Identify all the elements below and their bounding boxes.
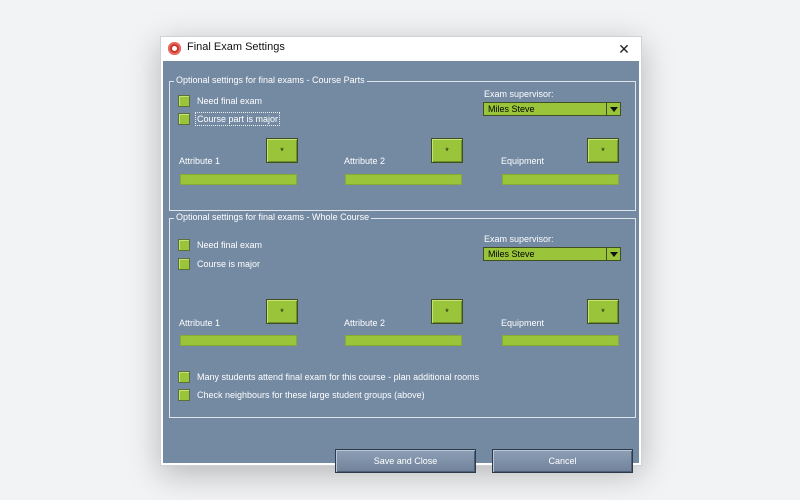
attribute-1-field[interactable] [180,335,297,346]
many-students-checkbox[interactable]: Many students attend final exam for this… [178,371,479,383]
dialog-body: Optional settings for final exams - Cour… [163,61,639,473]
checkbox-box[interactable] [178,389,190,401]
attribute-1-label: Attribute 1 [179,156,221,166]
attribute-1-label: Attribute 1 [179,318,221,328]
close-icon: ✕ [618,40,630,57]
course-parts-group-label: Optional settings for final exams - Cour… [174,75,367,85]
checkbox-label: Many students attend final exam for this… [197,372,480,382]
equipment-label: Equipment [501,156,545,166]
attribute-1-pick-button[interactable]: * [266,299,298,324]
whole-course-group-label: Optional settings for final exams - Whol… [174,212,372,222]
equipment-field[interactable] [502,174,619,185]
exam-supervisor-value: Miles Steve [488,104,535,114]
chevron-down-icon [609,251,618,257]
save-and-close-button[interactable]: Save and Close [335,449,476,473]
exam-supervisor-select[interactable]: Miles Steve [483,102,621,116]
attribute-2-label: Attribute 2 [344,156,386,166]
dropdown-button[interactable] [606,248,620,260]
equipment-field[interactable] [502,335,619,346]
checkbox-label: Course part is major [195,112,281,126]
checkbox-label: Need final exam [197,96,263,106]
close-button[interactable]: ✕ [607,37,641,61]
checkbox-label: Course is major [197,259,261,269]
parts-course-part-major-checkbox[interactable]: Course part is major [178,112,281,126]
chevron-down-icon [609,106,618,112]
window-title: Final Exam Settings [187,41,285,53]
attribute-2-pick-button[interactable]: * [431,299,463,324]
exam-supervisor-label: Exam supervisor: [484,89,554,99]
exam-supervisor-select[interactable]: Miles Steve [483,247,621,261]
checkbox-box[interactable] [178,95,190,107]
equipment-pick-button[interactable]: * [587,299,619,324]
whole-course-group: Optional settings for final exams - Whol… [169,212,636,418]
whole-course-major-checkbox[interactable]: Course is major [178,258,260,270]
equipment-pick-button[interactable]: * [587,138,619,163]
course-parts-group: Optional settings for final exams - Cour… [169,75,636,211]
checkbox-label: Check neighbours for these large student… [197,390,425,400]
app-logo-icon [168,42,181,55]
attribute-2-label: Attribute 2 [344,318,386,328]
checkbox-box[interactable] [178,371,190,383]
attribute-2-field[interactable] [345,335,462,346]
checkbox-label: Need final exam [197,240,263,250]
attribute-1-field[interactable] [180,174,297,185]
check-neighbours-checkbox[interactable]: Check neighbours for these large student… [178,389,425,401]
attribute-1-pick-button[interactable]: * [266,138,298,163]
checkbox-box[interactable] [178,239,190,251]
parts-need-final-exam-checkbox[interactable]: Need final exam [178,95,262,107]
cancel-button[interactable]: Cancel [492,449,633,473]
exam-supervisor-label: Exam supervisor: [484,234,554,244]
attribute-2-pick-button[interactable]: * [431,138,463,163]
dropdown-button[interactable] [606,103,620,115]
attribute-2-field[interactable] [345,174,462,185]
checkbox-box[interactable] [178,113,190,125]
title-bar: Final Exam Settings ✕ [161,37,641,61]
whole-need-final-exam-checkbox[interactable]: Need final exam [178,239,262,251]
final-exam-settings-dialog: Final Exam Settings ✕ Optional settings … [160,36,642,473]
checkbox-box[interactable] [178,258,190,270]
exam-supervisor-value: Miles Steve [488,249,535,259]
equipment-label: Equipment [501,318,545,328]
